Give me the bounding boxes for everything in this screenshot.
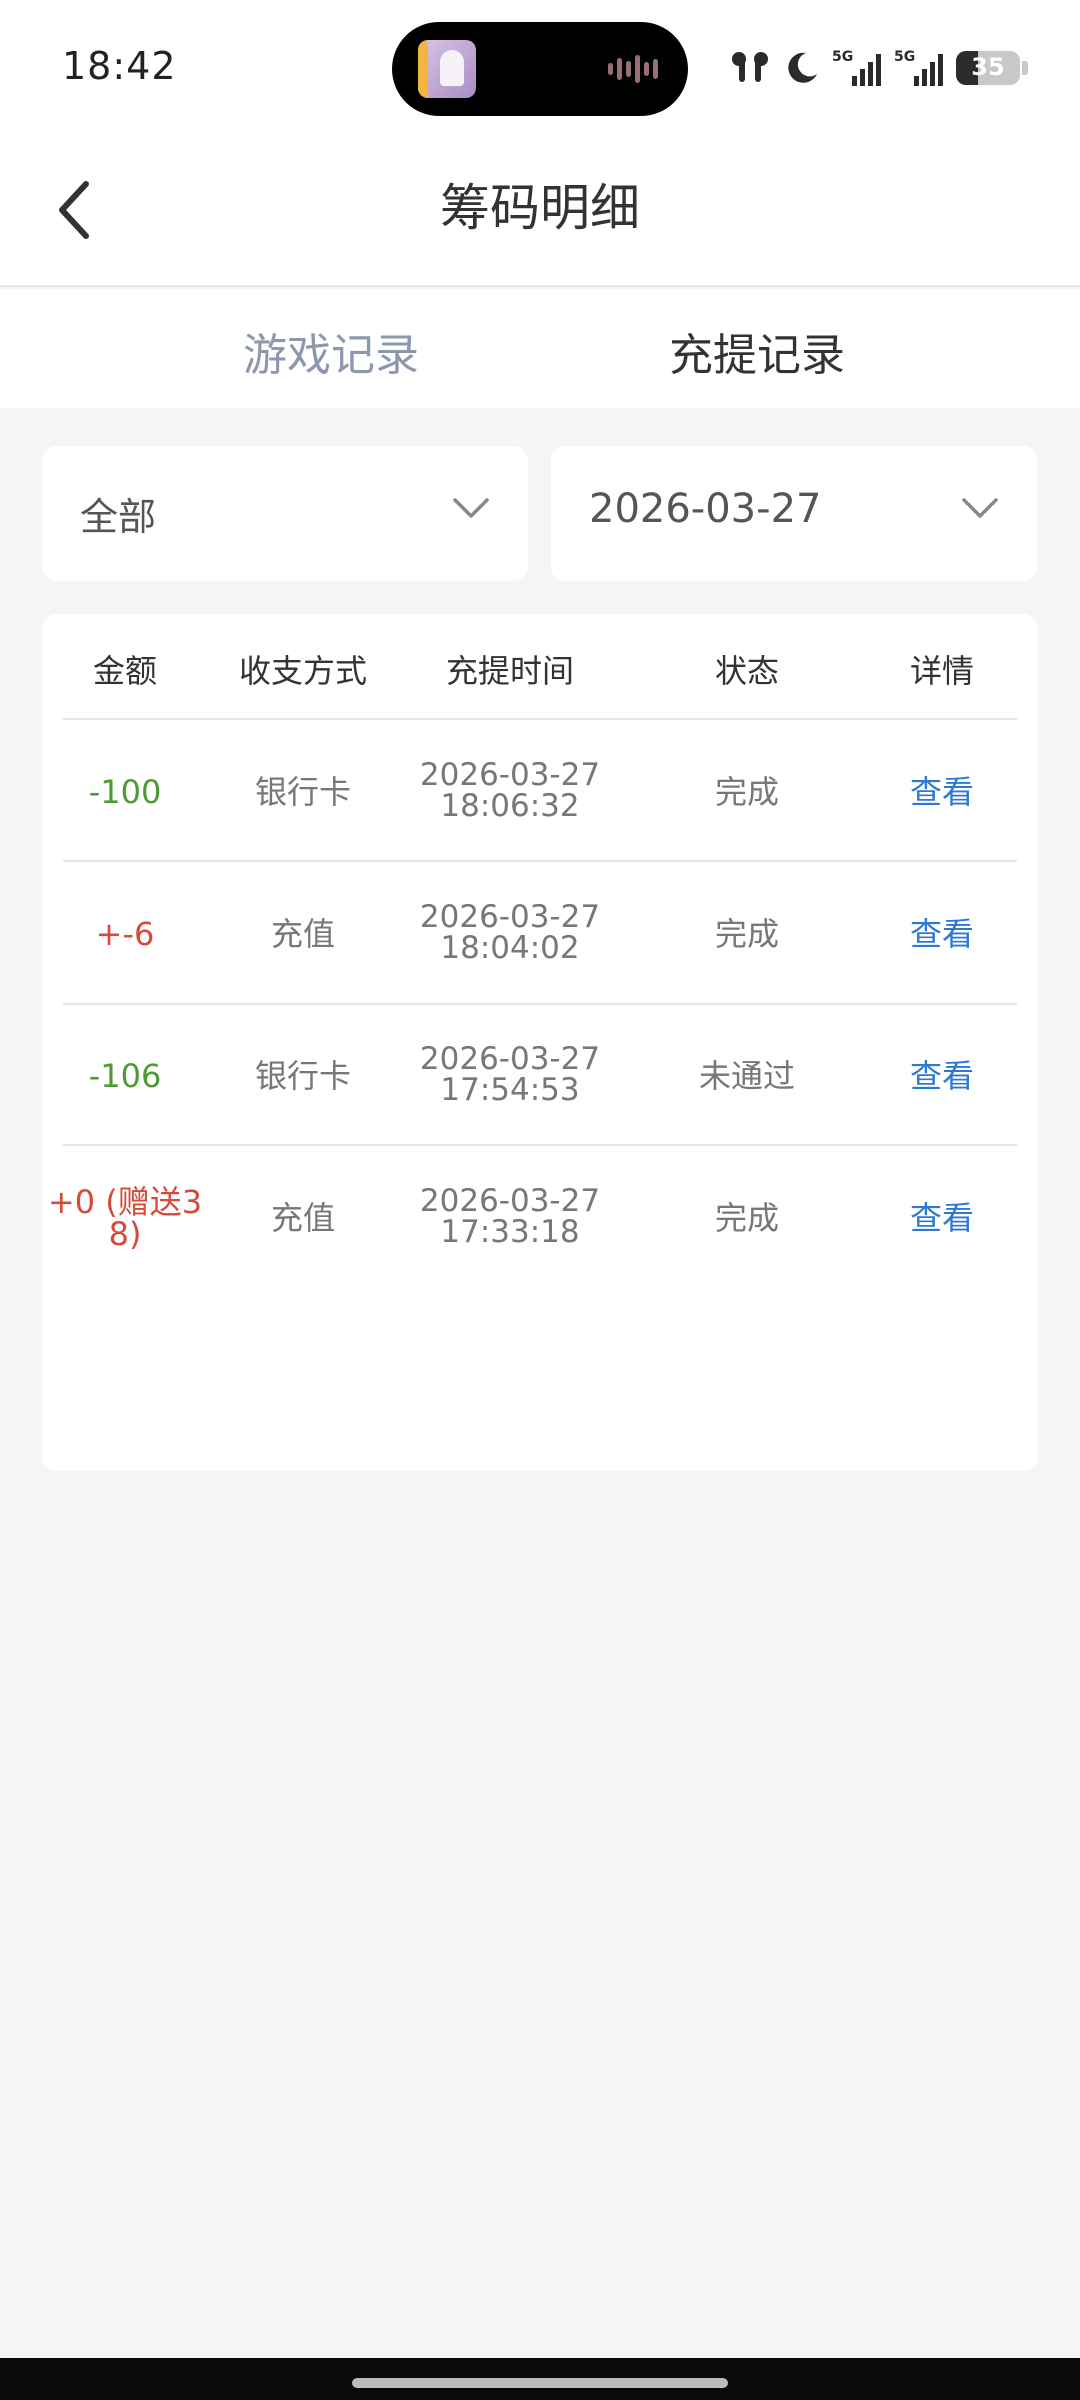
audio-waveform-icon: [608, 54, 660, 84]
row-3-time: 17:33:18: [440, 1214, 580, 1250]
row-0-status: 完成: [714, 773, 779, 811]
row-3-status: 完成: [714, 1199, 779, 1237]
cell-signal-2-icon: 5G: [894, 49, 943, 86]
column-header-detail: 详情: [909, 652, 974, 690]
page-title: 筹码明细: [440, 179, 640, 237]
now-playing-artwork: [418, 40, 476, 98]
row-3-date: 2026-03-27: [419, 1183, 601, 1219]
status-bar: 18:42 5G 5G 35: [0, 0, 1080, 130]
row-0-time: 18:06:32: [440, 788, 580, 824]
row-1-time: 18:04:02: [440, 930, 580, 966]
dynamic-island[interactable]: [392, 22, 688, 116]
row-3-amount-line1: +0 (赠送3: [47, 1183, 203, 1221]
row-1-status: 完成: [714, 915, 779, 953]
page-header: 筹码明细: [0, 130, 1080, 287]
row-1-amount: +-6: [95, 915, 155, 953]
chevron-down-icon: [453, 498, 489, 518]
row-3-amount-line2: 8): [108, 1215, 142, 1253]
type-filter-value: 全部: [80, 495, 157, 539]
row-2-amount: -106: [88, 1057, 162, 1095]
home-indicator[interactable]: [352, 2378, 728, 2388]
row-2-date: 2026-03-27: [419, 1041, 601, 1077]
tab-bar: 游戏记录 充提记录: [0, 289, 1080, 408]
row-divider: [63, 860, 1017, 862]
row-0-amount: -100: [88, 773, 162, 811]
type-filter-dropdown[interactable]: 全部: [42, 446, 528, 581]
earbuds-icon: [732, 52, 768, 82]
row-2-view-link[interactable]: 查看: [894, 1060, 990, 1092]
row-1-method: 充值: [270, 915, 335, 953]
chevron-down-icon: [962, 498, 998, 518]
row-0-date: 2026-03-27: [419, 757, 601, 793]
row-0-method: 银行卡: [254, 773, 351, 811]
battery-icon: 35: [956, 51, 1020, 85]
tab-deposit-withdraw-records[interactable]: 充提记录: [669, 319, 845, 383]
column-header-method: 收支方式: [238, 652, 367, 690]
moon-icon: [788, 52, 817, 83]
row-2-time: 17:54:53: [440, 1072, 580, 1108]
row-divider: [63, 1144, 1017, 1146]
row-3-method: 充值: [270, 1199, 335, 1237]
column-header-amount: 金额: [92, 652, 157, 690]
records-table: 金额 收支方式 充提时间 状态 详情 -100 银行卡 2026-03-27 1…: [42, 614, 1038, 1471]
tab-game-records[interactable]: 游戏记录: [243, 319, 419, 383]
row-divider: [63, 718, 1017, 720]
column-header-time: 充提时间: [445, 652, 574, 690]
signal-1-label: 5G: [832, 49, 853, 65]
system-icons: 5G 5G 35: [728, 46, 1028, 90]
column-header-status: 状态: [714, 652, 779, 690]
battery-level: 35: [971, 53, 1005, 81]
date-filter-dropdown[interactable]: 2026-03-27: [551, 446, 1037, 581]
system-nav-bar: [0, 2358, 1080, 2400]
row-divider: [63, 1003, 1017, 1005]
row-0-view-link[interactable]: 查看: [894, 776, 990, 808]
row-1-date: 2026-03-27: [419, 899, 601, 935]
battery-cap: [1022, 61, 1028, 75]
row-2-status: 未通过: [698, 1057, 795, 1095]
screen: 18:42 5G 5G 35 筹码明细 游戏记录 充提记录 全部 2026-03…: [0, 0, 1080, 2400]
row-2-method: 银行卡: [254, 1057, 351, 1095]
status-time: 18:42: [62, 44, 177, 88]
signal-2-label: 5G: [894, 49, 915, 65]
table-header: 金额 收支方式 充提时间 状态 详情: [42, 614, 1038, 718]
row-1-view-link[interactable]: 查看: [894, 918, 990, 950]
date-filter-value: 2026-03-27: [589, 486, 822, 532]
row-3-view-link[interactable]: 查看: [894, 1202, 990, 1234]
cell-signal-1-icon: 5G: [832, 49, 881, 86]
